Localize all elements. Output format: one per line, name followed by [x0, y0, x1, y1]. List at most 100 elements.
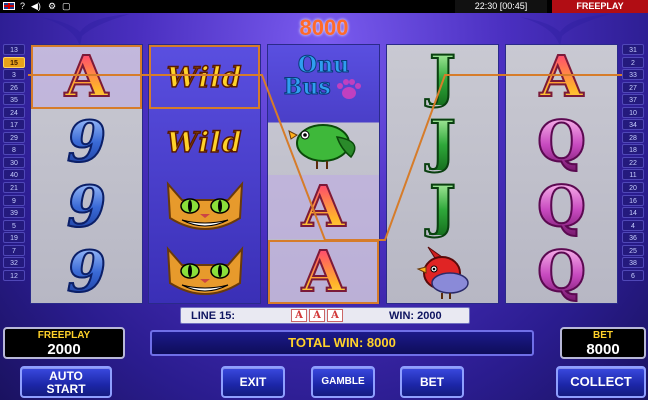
line-number-6[interactable]: 6 — [622, 269, 644, 281]
reel-cell: Wild — [149, 45, 260, 109]
line-number-37[interactable]: 37 — [622, 94, 644, 106]
reel-cell — [387, 240, 498, 304]
game-screen: ? ◀) ⚙ ▢ 22:30 [00:45] FREEPLAY 8000 13 1… — [0, 0, 648, 400]
line-number-11[interactable]: 11 — [622, 169, 644, 181]
clock: 22:30 [00:45] — [455, 0, 547, 13]
symbol-j: J — [428, 109, 456, 175]
collect-button[interactable]: COLLECT — [556, 366, 646, 398]
top-win-display: 8000 — [299, 15, 349, 40]
palm-decoration-icon — [40, 14, 130, 47]
line-number-24[interactable]: 24 — [3, 106, 25, 118]
line-number-15[interactable]: 15 — [3, 56, 25, 68]
line-number-19[interactable]: 19 — [3, 232, 25, 244]
exit-button[interactable]: EXIT — [221, 366, 285, 398]
symbol-q: Q — [536, 174, 587, 240]
mini-symbol-a: A — [291, 309, 307, 322]
line-number-7[interactable]: 7 — [3, 244, 25, 256]
symbol-q: Q — [536, 239, 587, 305]
gear-icon[interactable]: ⚙ — [48, 1, 56, 12]
credit-display: FREEPLAY 2000 — [3, 327, 125, 359]
speaker-icon[interactable]: ◀) — [31, 1, 41, 12]
reel-cell: A — [268, 175, 379, 239]
line-number-22[interactable]: 22 — [622, 156, 644, 168]
reel-cell: J — [387, 175, 498, 239]
line-number-18[interactable]: 18 — [622, 144, 644, 156]
winning-symbols: A A A — [291, 309, 343, 322]
reel-cell: J — [387, 110, 498, 174]
symbol-9: 9 — [66, 239, 107, 305]
symbol-onubus: Onu Bus — [283, 53, 363, 101]
green-bird-icon — [287, 124, 355, 169]
line-number-3[interactable]: 3 — [3, 69, 25, 81]
symbol-j: J — [428, 44, 456, 110]
line-numbers-left: 13 15 3 26 35 24 17 29 8 30 40 21 9 39 5 19 7 32 12 — [3, 44, 27, 282]
symbol-a: A — [539, 44, 584, 110]
reel-4: J J J — [386, 44, 499, 304]
reel-cell: Q — [506, 110, 617, 174]
mode-badge: FREEPLAY — [552, 0, 648, 13]
line-number-29[interactable]: 29 — [3, 131, 25, 143]
line-number-17[interactable]: 17 — [3, 119, 25, 131]
line-number-39[interactable]: 39 — [3, 207, 25, 219]
reel-3: Onu Bus A A — [267, 44, 380, 304]
line-number-2[interactable]: 2 — [622, 56, 644, 68]
line-number-14[interactable]: 14 — [622, 207, 644, 219]
gamble-button[interactable]: GAMBLE — [311, 366, 375, 398]
question-icon[interactable]: ? — [20, 1, 25, 12]
reel-cell: Q — [506, 175, 617, 239]
paw-icon — [337, 79, 362, 100]
bet-button[interactable]: BET — [400, 366, 464, 398]
reel-1: A 9 9 9 — [30, 44, 143, 304]
reel-cell: A — [268, 240, 379, 304]
line-number-27[interactable]: 27 — [622, 81, 644, 93]
symbol-a: A — [64, 44, 109, 110]
total-win-display: TOTAL WIN: 8000 — [150, 330, 534, 356]
mini-symbol-a: A — [327, 309, 343, 322]
line-number-10[interactable]: 10 — [622, 106, 644, 118]
cat-icon — [166, 246, 243, 295]
line-number-9[interactable]: 9 — [3, 194, 25, 206]
line-number-21[interactable]: 21 — [3, 182, 25, 194]
line-number-38[interactable]: 38 — [622, 257, 644, 269]
auto-start-button[interactable]: AUTO START — [20, 366, 112, 398]
line-number-40[interactable]: 40 — [3, 169, 25, 181]
palm-decoration-icon — [520, 14, 610, 47]
line-number-26[interactable]: 26 — [3, 81, 25, 93]
reel-5: A Q Q Q — [505, 44, 618, 304]
line-number-33[interactable]: 33 — [622, 69, 644, 81]
line-number-35[interactable]: 35 — [3, 94, 25, 106]
line-number-31[interactable]: 31 — [622, 44, 644, 55]
mini-symbol-a: A — [309, 309, 325, 322]
line-number-36[interactable]: 36 — [622, 232, 644, 244]
line-number-34[interactable]: 34 — [622, 119, 644, 131]
line-number-25[interactable]: 25 — [622, 244, 644, 256]
line-label: LINE 15: — [191, 309, 236, 322]
line-number-32[interactable]: 32 — [3, 257, 25, 269]
line-number-28[interactable]: 28 — [622, 131, 644, 143]
fullscreen-icon[interactable]: ▢ — [62, 1, 71, 12]
line-number-12[interactable]: 12 — [3, 269, 25, 281]
symbol-wild: Wild — [166, 125, 243, 160]
line-number-5[interactable]: 5 — [3, 219, 25, 231]
line-win-strip: LINE 15: A A A WIN: 2000 — [180, 307, 470, 324]
symbol-9: 9 — [66, 174, 107, 240]
line-number-20[interactable]: 20 — [622, 182, 644, 194]
line-number-4[interactable]: 4 — [622, 219, 644, 231]
reel-area: A 9 9 9 Wild Wild Onu Bus A A J J J A Q … — [30, 44, 619, 304]
reel-cell — [149, 240, 260, 304]
status-bar: ? ◀) ⚙ ▢ 22:30 [00:45] FREEPLAY — [0, 0, 648, 13]
credit-value: 2000 — [47, 341, 81, 358]
reel-cell: 9 — [31, 175, 142, 239]
reel-cell: A — [31, 45, 142, 109]
reel-cell: J — [387, 45, 498, 109]
bet-value: 8000 — [586, 341, 620, 358]
symbol-a: A — [301, 239, 346, 305]
line-number-30[interactable]: 30 — [3, 156, 25, 168]
symbol-wild: Wild — [166, 60, 243, 95]
reel-cell: Q — [506, 240, 617, 304]
line-number-16[interactable]: 16 — [622, 194, 644, 206]
line-numbers-right: 31 2 33 27 37 10 34 28 18 22 11 20 16 14 4 36 25 38 6 — [622, 44, 646, 282]
language-flag-icon[interactable] — [3, 2, 15, 10]
line-number-8[interactable]: 8 — [3, 144, 25, 156]
line-number-13[interactable]: 13 — [3, 44, 25, 55]
